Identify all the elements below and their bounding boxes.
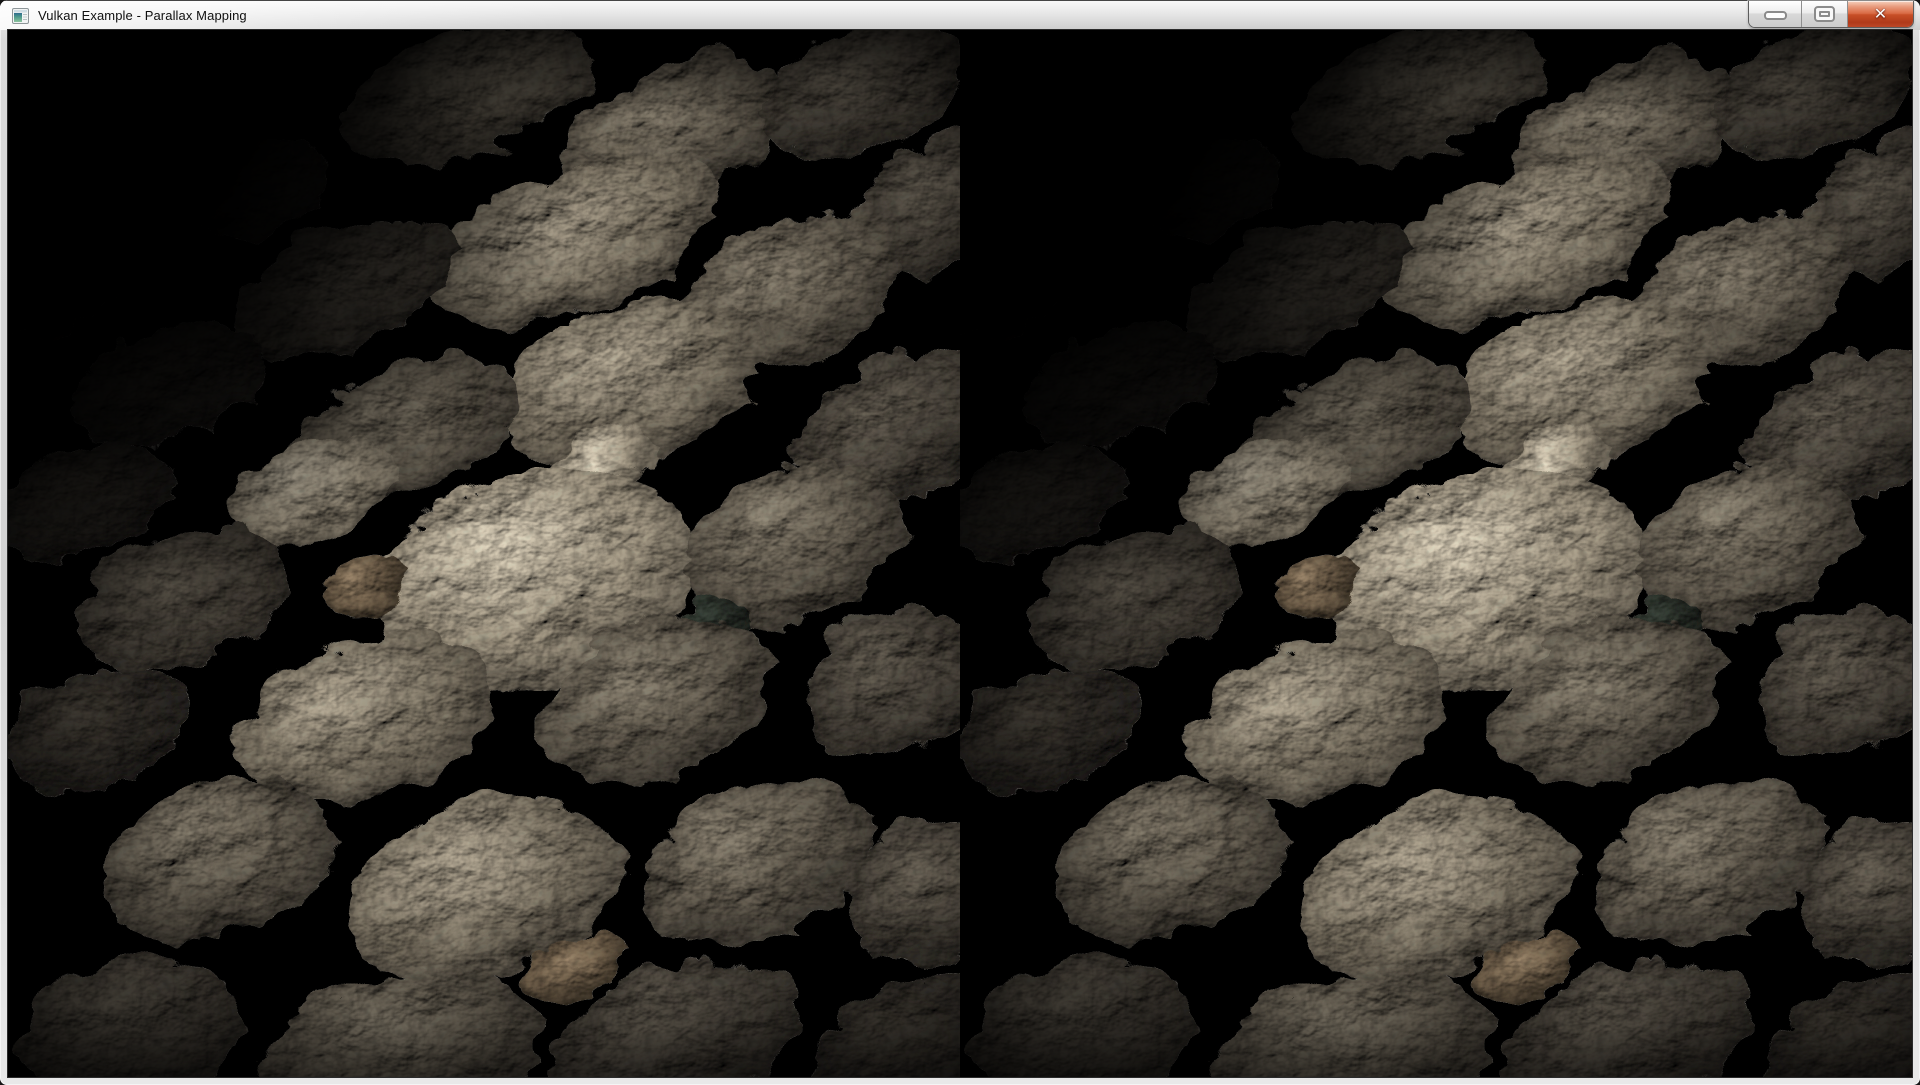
window-controls: ✕ bbox=[1748, 1, 1914, 28]
app-icon[interactable] bbox=[12, 8, 29, 24]
viewport-right-comparison bbox=[916, 30, 1912, 1077]
maximize-button[interactable] bbox=[1801, 1, 1847, 27]
viewport-left-parallax bbox=[8, 30, 1062, 1077]
minimize-button[interactable] bbox=[1749, 1, 1801, 27]
close-button[interactable]: ✕ bbox=[1847, 1, 1913, 27]
app-window: Vulkan Example - Parallax Mapping ✕ bbox=[0, 0, 1920, 1085]
close-icon: ✕ bbox=[1874, 6, 1887, 22]
window-title: Vulkan Example - Parallax Mapping bbox=[38, 8, 247, 23]
maximize-icon bbox=[1814, 6, 1835, 22]
render-area[interactable] bbox=[8, 30, 1912, 1077]
titlebar[interactable]: Vulkan Example - Parallax Mapping ✕ bbox=[0, 0, 1920, 30]
rendered-scene bbox=[8, 30, 1912, 1077]
minimize-icon bbox=[1764, 11, 1787, 20]
